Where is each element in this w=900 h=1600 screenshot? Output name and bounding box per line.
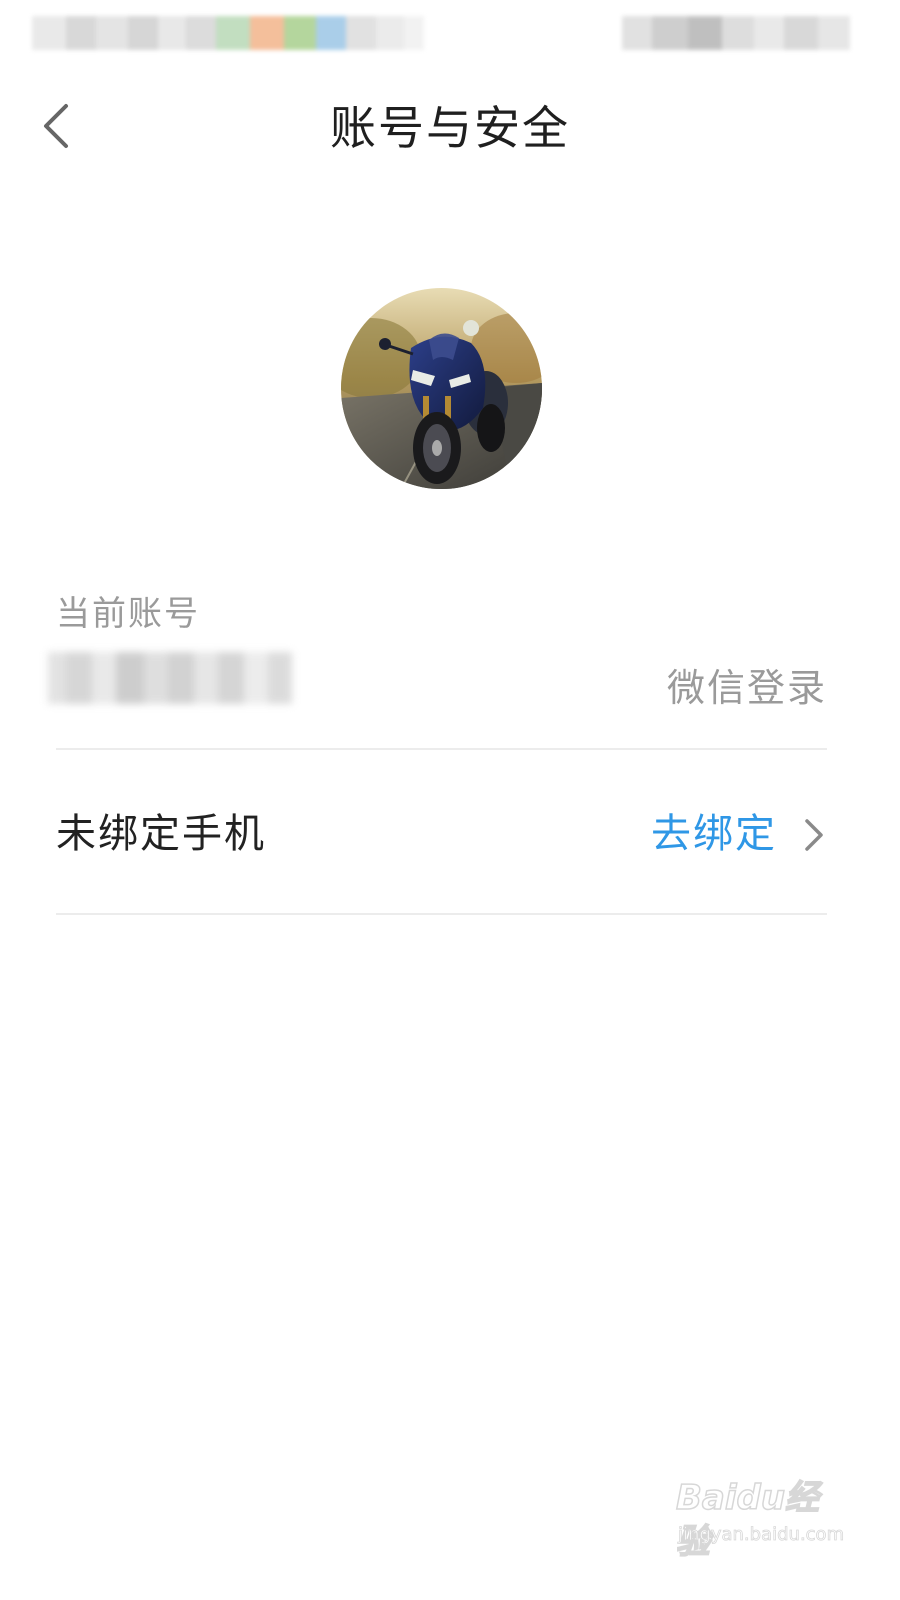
status-bar-right-obscured: [622, 16, 850, 50]
current-account-section: 当前账号 微信登录: [48, 580, 827, 750]
account-id-obscured: [48, 652, 292, 704]
navigation-header: 账号与安全: [0, 78, 900, 178]
divider: [56, 913, 827, 915]
login-method-label: 微信登录: [666, 666, 827, 710]
divider: [56, 748, 827, 750]
status-bar: [0, 0, 900, 70]
watermark-url: jingyan.baidu.com: [678, 1524, 845, 1546]
user-avatar[interactable]: [341, 288, 542, 489]
bind-phone-row[interactable]: 未绑定手机 去绑定: [56, 752, 827, 912]
baidu-jingyan-watermark: Baidu经验 jingyan.baidu.com: [675, 1476, 846, 1563]
chevron-right-icon: [805, 819, 823, 851]
bind-phone-link[interactable]: 去绑定: [651, 808, 777, 860]
page-title: 账号与安全: [330, 101, 570, 155]
phone-binding-status: 未绑定手机: [56, 811, 266, 857]
watermark-logo-text: Baidu经验: [675, 1477, 820, 1563]
status-bar-left-obscured: [32, 16, 424, 50]
motorcycle-avatar-image: [341, 288, 542, 489]
current-account-label: 当前账号: [56, 594, 200, 634]
